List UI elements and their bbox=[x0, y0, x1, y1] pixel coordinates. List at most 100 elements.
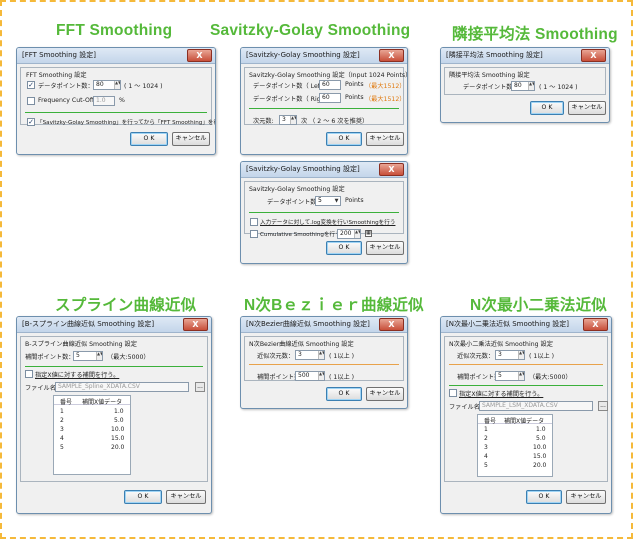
lsm-ok-button[interactable]: O K bbox=[526, 490, 562, 504]
sg-left-input[interactable]: 60 bbox=[319, 80, 341, 90]
lsm-fixed-checkbox[interactable] bbox=[449, 389, 457, 397]
fft-dialog-title: [FFT Smoothing 設定] bbox=[22, 51, 96, 59]
ma-close-button[interactable]: X bbox=[581, 49, 606, 62]
table-row[interactable]: 3 10.0 bbox=[478, 443, 552, 452]
bezier-separator bbox=[249, 364, 399, 365]
ma-points-input[interactable]: 80 ▲▼ bbox=[511, 81, 535, 91]
ma-ok-button[interactable]: O K bbox=[530, 101, 564, 115]
sg2-cumulative-value: 200 bbox=[340, 230, 352, 237]
fft-sg-first-label: 「Savitzky-Golay Smoothing」を行ってから「FFT Smo… bbox=[37, 120, 216, 126]
table-row[interactable]: 2 5.0 bbox=[54, 416, 130, 425]
lsm-points-spinner[interactable]: ▲▼ bbox=[518, 372, 524, 380]
ma-cancel-button[interactable]: キャンセル bbox=[568, 101, 606, 115]
sg-order-value: 3 bbox=[282, 116, 286, 123]
lsm-order-spinner[interactable]: ▲▼ bbox=[518, 351, 524, 359]
table-row[interactable]: 2 5.0 bbox=[478, 434, 552, 443]
sg2-close-button[interactable]: X bbox=[379, 163, 404, 176]
sg-order-input[interactable]: 3 ▲▼ bbox=[279, 115, 297, 125]
fft-cutoff-input[interactable]: 1.0 bbox=[93, 96, 115, 106]
sg-cancel-button[interactable]: キャンセル bbox=[366, 132, 404, 146]
cell-no: 3 bbox=[60, 426, 64, 433]
fft-points-checkbox[interactable]: ✓ bbox=[27, 81, 35, 89]
fft-cancel-button[interactable]: キャンセル bbox=[172, 132, 210, 146]
table-header: 番号 補間X値データ bbox=[478, 415, 552, 425]
table-row[interactable]: 5 20.0 bbox=[478, 461, 552, 470]
fft-points-range: ( 1 〜 1024 ) bbox=[124, 83, 163, 90]
fft-sg-first-checkbox[interactable]: ✓ bbox=[27, 118, 35, 126]
spline-close-button[interactable]: X bbox=[183, 318, 208, 331]
fft-ok-button[interactable]: O K bbox=[130, 132, 168, 146]
sg2-ok-button[interactable]: O K bbox=[326, 241, 362, 255]
spline-fixed-checkbox[interactable] bbox=[25, 370, 33, 378]
sg-right-unit: Points bbox=[345, 94, 364, 101]
fft-points-input[interactable]: 80 ▲▼ bbox=[93, 80, 121, 90]
bezier-points-input[interactable]: 500 ▲▼ bbox=[295, 371, 325, 381]
fft-titlebar: [FFT Smoothing 設定] X bbox=[17, 48, 215, 64]
lsm-file-input[interactable]: SAMPLE_LSM_XDATA.CSV bbox=[479, 401, 593, 411]
sg2-cancel-button[interactable]: キャンセル bbox=[366, 241, 404, 255]
table-row[interactable]: 1 1.0 bbox=[478, 425, 552, 434]
spline-ok-button[interactable]: O K bbox=[124, 490, 162, 504]
grid-icon[interactable]: ▦ bbox=[365, 230, 372, 237]
sg-order-spinner[interactable]: ▲▼ bbox=[290, 116, 296, 124]
ma-settings-group: 隣接平均法 Smoothing 設定 データポイント数： 80 ▲▼ ( 1 〜 … bbox=[444, 67, 606, 95]
fft-close-button[interactable]: X bbox=[187, 49, 212, 62]
table-row[interactable]: 3 10.0 bbox=[54, 425, 130, 434]
fft-dialog: [FFT Smoothing 設定] X FFT Smoothing 設定 ✓ … bbox=[16, 47, 216, 155]
lsm-group-label: N次最小二乗法近似 Smoothing 設定 bbox=[449, 341, 553, 348]
spline-settings-group: B-スプライン曲線近似 Smoothing 設定 補間ポイント数： 5 ▲▼ （最… bbox=[20, 336, 208, 482]
bezier-close-button[interactable]: X bbox=[379, 318, 404, 331]
lsm-titlebar: [N次最小二乗法近似 Smoothing 設定] X bbox=[441, 317, 611, 333]
spline-file-input[interactable]: SAMPLE_Spline_XDATA.CSV bbox=[55, 382, 189, 392]
ma-points-range: ( 1 〜 1024 ) bbox=[539, 84, 578, 91]
heading-lsm: N次最小二乗法近似 bbox=[470, 297, 607, 314]
lsm-close-button[interactable]: X bbox=[583, 318, 608, 331]
sg2-group-label: Savitzky-Golay Smoothing 設定 bbox=[249, 186, 345, 193]
bezier-group-label: N次Bezier曲線近似 Smoothing 設定 bbox=[249, 341, 354, 348]
fft-cutoff-checkbox[interactable] bbox=[27, 97, 35, 105]
spline-points-input[interactable]: 5 ▲▼ bbox=[73, 351, 103, 361]
spline-points-spinner[interactable]: ▲▼ bbox=[96, 352, 102, 360]
lsm-order-note: ( 1以上 ) bbox=[529, 353, 555, 360]
sg2-cumulative-input[interactable]: 200 ▲▼ bbox=[337, 229, 361, 239]
table-row[interactable]: 5 20.0 bbox=[54, 443, 130, 452]
sg-left-unit: Points bbox=[345, 81, 364, 88]
sg-right-input[interactable]: 60 bbox=[319, 93, 341, 103]
lsm-data-table[interactable]: 番号 補間X値データ 1 1.0 2 5.0 3 10.0 4 15.0 5 20.0 bbox=[477, 414, 553, 477]
heading-savitzky-golay: Savitzky-Golay Smoothing bbox=[210, 22, 411, 39]
table-row[interactable]: 4 15.0 bbox=[478, 452, 552, 461]
fft-points-spinner[interactable]: ▲▼ bbox=[114, 81, 120, 89]
lsm-points-max: （最大:5000） bbox=[529, 374, 572, 381]
bezier-points-spinner[interactable]: ▲▼ bbox=[318, 372, 324, 380]
table-row[interactable]: 4 15.0 bbox=[54, 434, 130, 443]
spline-data-table[interactable]: 番号 補間X値データ 1 1.0 2 5.0 3 10.0 4 15.0 5 20.0 bbox=[53, 395, 131, 475]
ma-points-spinner[interactable]: ▲▼ bbox=[528, 82, 534, 90]
sg-separator bbox=[249, 108, 399, 109]
sg-ok-button[interactable]: O K bbox=[326, 132, 362, 146]
bezier-cancel-button[interactable]: キャンセル bbox=[366, 387, 404, 401]
bezier-order-label: 近似次元数： bbox=[257, 353, 295, 360]
bezier-ok-button[interactable]: O K bbox=[326, 387, 362, 401]
lsm-order-input[interactable]: 3 ▲▼ bbox=[495, 350, 525, 360]
spline-fixed-label: 指定X値に対する補間を行う。 bbox=[35, 372, 120, 379]
spline-browse-button[interactable]: ... bbox=[195, 382, 205, 392]
sg2-points-select[interactable]: 5 ▼ bbox=[315, 196, 341, 206]
lsm-fixed-label: 指定X値に対する補間を行う。 bbox=[459, 391, 544, 398]
bezier-order-spinner[interactable]: ▲▼ bbox=[318, 351, 324, 359]
lsm-browse-button[interactable]: ... bbox=[598, 401, 608, 411]
sg2-cumulative-checkbox[interactable] bbox=[250, 230, 258, 238]
lsm-points-value: 5 bbox=[498, 372, 502, 379]
table-row[interactable]: 1 1.0 bbox=[54, 407, 130, 416]
bezier-order-input[interactable]: 3 ▲▼ bbox=[295, 350, 325, 360]
spline-cancel-button[interactable]: キャンセル bbox=[166, 490, 206, 504]
lsm-points-input[interactable]: 5 ▲▼ bbox=[495, 371, 525, 381]
spline-file-value: SAMPLE_Spline_XDATA.CSV bbox=[58, 383, 140, 390]
lsm-cancel-button[interactable]: キャンセル bbox=[566, 490, 606, 504]
sg2-log-checkbox[interactable] bbox=[250, 218, 258, 226]
sg2-points-value: 5 bbox=[318, 197, 322, 204]
spline-points-label: 補間ポイント数： bbox=[25, 354, 75, 361]
spline-col-no: 番号 bbox=[60, 399, 73, 406]
sg2-cumulative-spinner[interactable]: ▲▼ bbox=[354, 230, 360, 238]
sg-close-button[interactable]: X bbox=[379, 49, 404, 62]
table-header: 番号 補間X値データ bbox=[54, 396, 130, 406]
